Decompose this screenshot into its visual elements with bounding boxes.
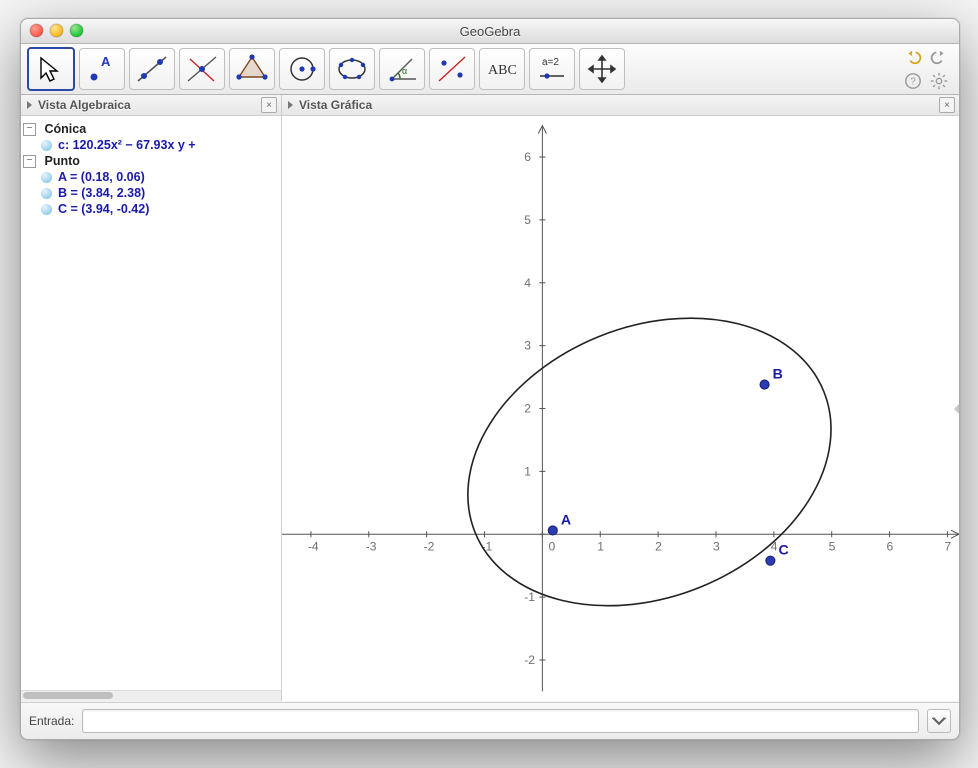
panels: Vista Algebraica × − Cónica c: 120.25x² … (21, 95, 959, 701)
undo-button[interactable] (903, 47, 923, 67)
svg-text:?: ? (910, 77, 916, 88)
algebra-panel: Vista Algebraica × − Cónica c: 120.25x² … (21, 95, 282, 701)
panel-splitter-icon[interactable] (954, 403, 959, 415)
svg-text:3: 3 (524, 339, 531, 353)
toolbar-right: ? (903, 47, 953, 91)
graphics-panel: Vista Gráfica × -4-3-2-11234567-2-112345… (282, 95, 959, 701)
redo-button[interactable] (929, 47, 949, 67)
svg-text:2: 2 (655, 539, 662, 553)
svg-text:-2: -2 (424, 539, 435, 553)
settings-button[interactable] (929, 71, 949, 91)
graphics-canvas[interactable]: -4-3-2-11234567-2-11234560ABC (282, 116, 959, 701)
svg-text:5: 5 (524, 213, 531, 227)
tool-angle[interactable]: α (379, 48, 425, 90)
tool-circle[interactable] (279, 48, 325, 90)
algebra-panel-header[interactable]: Vista Algebraica × (21, 95, 281, 116)
minimize-window-button[interactable] (50, 24, 63, 37)
algebra-scrollbar[interactable] (21, 690, 281, 701)
tool-text[interactable]: ABC (479, 48, 525, 90)
zoom-window-button[interactable] (70, 24, 83, 37)
disclose-icon (27, 101, 32, 109)
tool-point[interactable]: A (79, 48, 125, 90)
algebra-object[interactable]: B = (3.84, 2.38) (41, 186, 279, 200)
tool-move-view[interactable] (579, 48, 625, 90)
svg-text:ABC: ABC (488, 63, 517, 78)
tree-collapse-icon[interactable]: − (23, 123, 36, 136)
input-history-button[interactable] (927, 709, 951, 733)
algebra-object[interactable]: c: 120.25x² − 67.93x y + (41, 138, 279, 152)
tree-group-label: Punto (44, 154, 79, 168)
graphics-panel-title: Vista Gráfica (299, 98, 372, 112)
svg-text:α: α (402, 66, 407, 76)
input-bar: Entrada: (21, 702, 959, 739)
graphics-panel-close[interactable]: × (939, 97, 955, 113)
svg-text:-3: -3 (366, 539, 377, 553)
svg-text:a=2: a=2 (542, 57, 559, 68)
tool-move[interactable] (27, 47, 75, 91)
svg-text:6: 6 (887, 539, 894, 553)
tool-line[interactable] (129, 48, 175, 90)
window-controls (30, 24, 83, 37)
tree-collapse-icon[interactable]: − (23, 155, 36, 168)
app-window: { "window": { "title": "GeoGebra" }, "to… (20, 18, 960, 740)
svg-text:-1: -1 (524, 590, 535, 604)
object-visibility-icon[interactable] (41, 172, 52, 183)
disclose-icon (288, 101, 293, 109)
tool-conic[interactable] (329, 48, 375, 90)
object-visibility-icon[interactable] (41, 188, 52, 199)
algebra-panel-title: Vista Algebraica (38, 98, 131, 112)
svg-text:C: C (778, 542, 788, 558)
window-title: GeoGebra (21, 24, 959, 39)
svg-text:-2: -2 (524, 653, 535, 667)
algebra-panel-close[interactable]: × (261, 97, 277, 113)
input-label: Entrada: (29, 714, 74, 728)
svg-text:-4: -4 (308, 539, 319, 553)
svg-text:B: B (773, 366, 783, 382)
algebra-object[interactable]: A = (0.18, 0.06) (41, 170, 279, 184)
graphics-panel-header[interactable]: Vista Gráfica × (282, 95, 959, 116)
tool-perpendicular[interactable] (179, 48, 225, 90)
titlebar: GeoGebra (21, 19, 959, 44)
tree-group-label: Cónica (44, 122, 86, 136)
toolbar: A α ABC a=2 (21, 44, 959, 95)
tool-polygon[interactable] (229, 48, 275, 90)
svg-text:5: 5 (829, 539, 836, 553)
svg-text:7: 7 (944, 539, 951, 553)
svg-text:-1: -1 (481, 539, 492, 553)
svg-text:1: 1 (597, 539, 604, 553)
svg-text:A: A (101, 54, 111, 69)
svg-text:6: 6 (524, 150, 531, 164)
help-button[interactable]: ? (903, 71, 923, 91)
algebra-tree[interactable]: − Cónica c: 120.25x² − 67.93x y + − Punt… (21, 116, 281, 690)
svg-text:A: A (561, 511, 571, 527)
tool-slider[interactable]: a=2 (529, 48, 575, 90)
command-input[interactable] (82, 709, 919, 733)
svg-text:1: 1 (524, 464, 531, 478)
object-visibility-icon[interactable] (41, 204, 52, 215)
svg-text:0: 0 (548, 539, 555, 553)
tool-reflect[interactable] (429, 48, 475, 90)
svg-text:2: 2 (524, 402, 531, 416)
object-visibility-icon[interactable] (41, 140, 52, 151)
svg-text:3: 3 (713, 539, 720, 553)
close-window-button[interactable] (30, 24, 43, 37)
svg-text:4: 4 (524, 276, 531, 290)
algebra-object[interactable]: C = (3.94, -0.42) (41, 202, 279, 216)
